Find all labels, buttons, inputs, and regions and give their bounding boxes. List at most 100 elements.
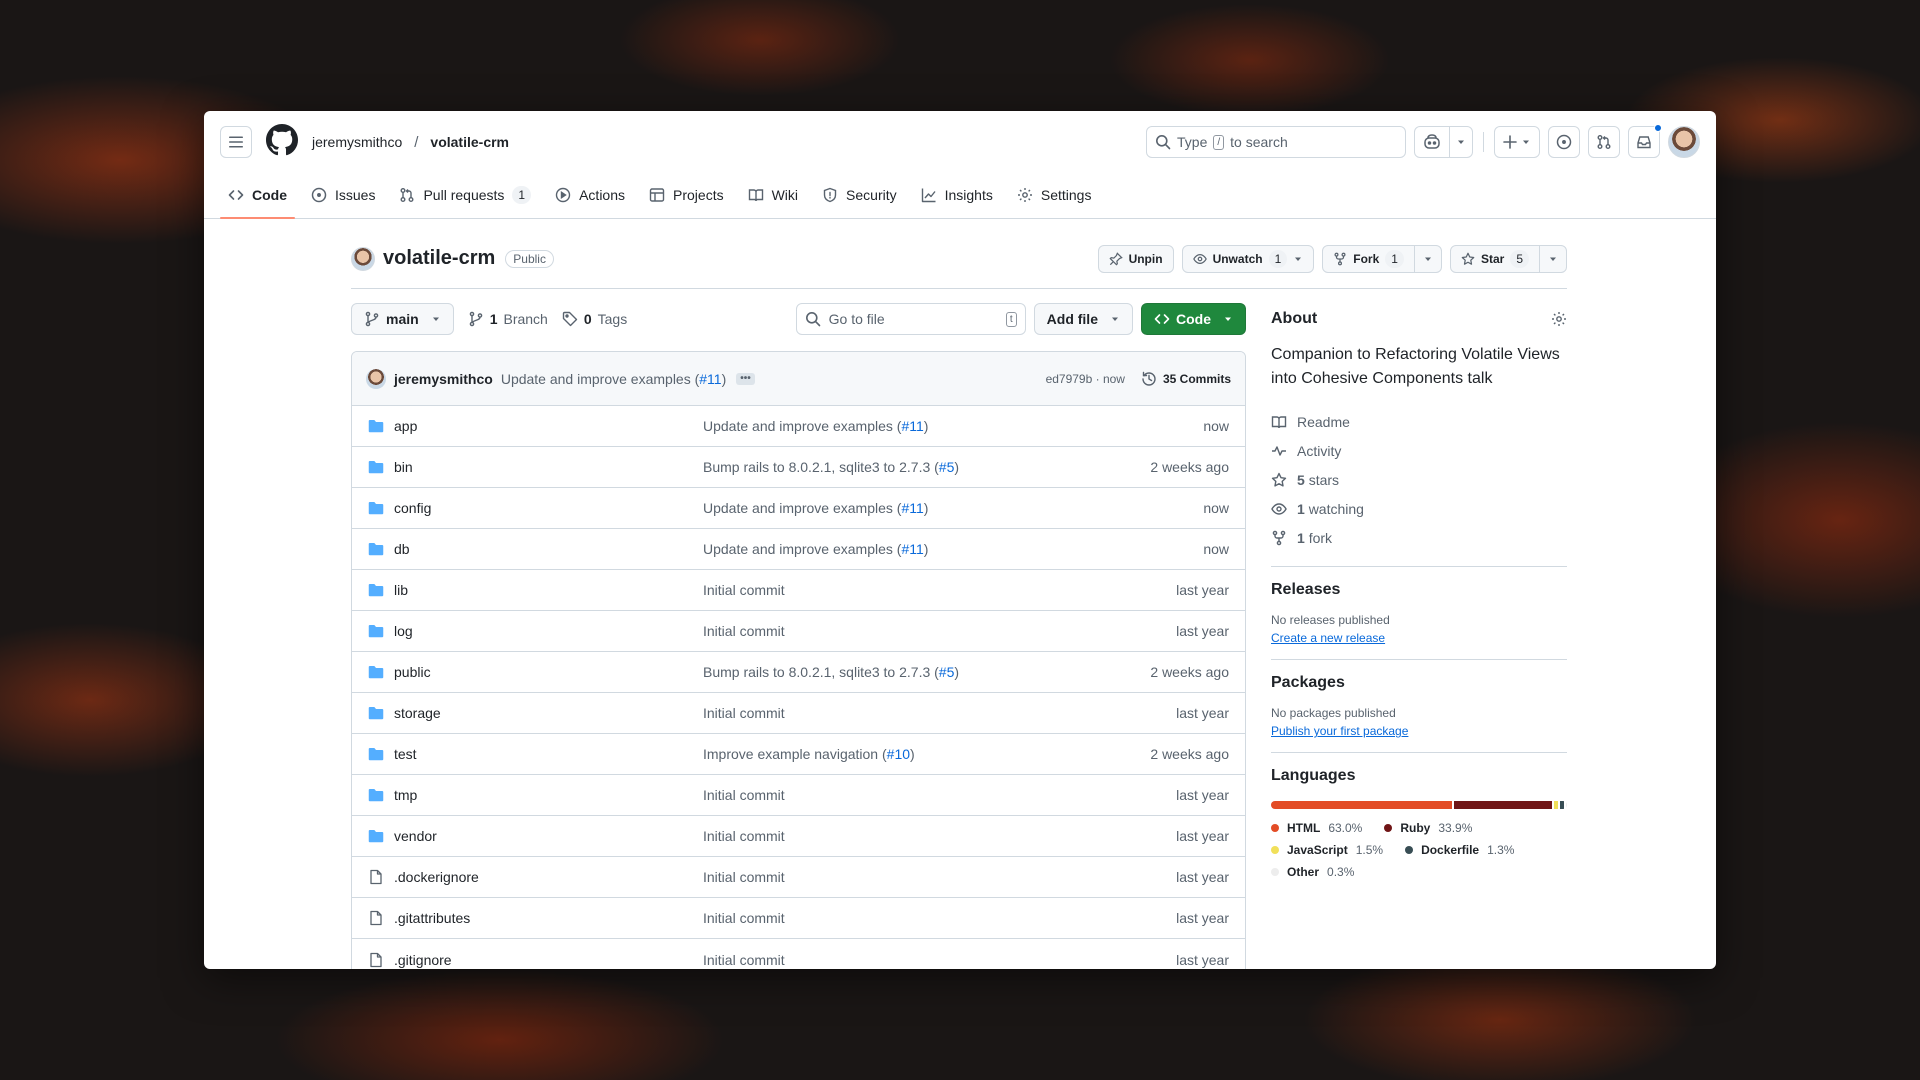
copilot-dropdown[interactable] (1449, 127, 1472, 157)
hamburger-menu-button[interactable] (220, 126, 252, 158)
file-row[interactable]: log Initial commit last year (352, 611, 1245, 652)
create-new-main[interactable] (1495, 127, 1539, 157)
commits-link[interactable]: 35 Commits (1141, 371, 1231, 387)
file-row[interactable]: storage Initial commit last year (352, 693, 1245, 734)
file-row[interactable]: .gitignore Initial commit last year (352, 939, 1245, 969)
repo-title[interactable]: volatile-crm (383, 247, 495, 270)
watching-link[interactable]: 1 watching (1271, 494, 1567, 523)
language-item[interactable]: JavaScript 1.5% (1271, 839, 1383, 861)
go-to-file-input[interactable]: Go to file t (795, 303, 1026, 335)
global-search-input[interactable]: Type / to search (1146, 126, 1406, 158)
file-commit-message[interactable]: Initial commit (703, 828, 1176, 844)
file-row[interactable]: vendor Initial commit last year (352, 816, 1245, 857)
unpin-button[interactable]: Unpin (1097, 244, 1174, 273)
file-row[interactable]: .gitattributes Initial commit last year (352, 898, 1245, 939)
create-release-link[interactable]: Create a new release (1271, 631, 1567, 645)
language-item[interactable]: Other 0.3% (1271, 861, 1354, 883)
commit-author-avatar[interactable] (366, 368, 386, 389)
file-commit-message[interactable]: Improve example navigation (#10) (703, 746, 1150, 762)
breadcrumb-owner[interactable]: jeremysmithco (312, 134, 402, 150)
file-commit-message[interactable]: Initial commit (703, 582, 1176, 598)
inbox-button[interactable] (1628, 124, 1662, 158)
file-commit-pr-link[interactable]: #11 (901, 500, 923, 516)
file-row[interactable]: test Improve example navigation (#10) 2 we… (352, 734, 1245, 775)
file-commit-message[interactable]: Initial commit (703, 910, 1176, 926)
file-row[interactable]: lib Initial commit last year (352, 570, 1245, 611)
file-name[interactable]: tmp (394, 787, 417, 803)
file-name[interactable]: storage (394, 705, 441, 721)
forks-link[interactable]: 1 fork (1271, 523, 1567, 552)
file-name[interactable]: log (394, 623, 413, 639)
branch-selector[interactable]: main (351, 303, 454, 335)
star-button[interactable]: Star 5 (1449, 244, 1567, 273)
file-name[interactable]: .gitattributes (394, 910, 470, 926)
tab-actions[interactable]: Actions (547, 172, 633, 218)
breadcrumb-repo[interactable]: volatile-crm (430, 134, 509, 150)
file-commit-message[interactable]: Initial commit (703, 869, 1176, 885)
file-commit-pr-link[interactable]: #11 (901, 541, 923, 557)
file-commit-message[interactable]: Update and improve examples (#11) (703, 418, 1203, 434)
file-name[interactable]: lib (394, 582, 408, 598)
tab-settings[interactable]: Settings (1009, 172, 1100, 218)
language-item[interactable]: HTML 63.0% (1271, 817, 1362, 839)
add-file-button[interactable]: Add file (1033, 303, 1133, 335)
file-name[interactable]: public (394, 664, 431, 680)
file-commit-message[interactable]: Bump rails to 8.0.2.1, sqlite3 to 2.7.3 … (703, 664, 1150, 680)
file-commit-message[interactable]: Initial commit (703, 952, 1176, 968)
file-commit-pr-link[interactable]: #10 (887, 746, 910, 762)
repo-owner-avatar[interactable] (351, 246, 375, 271)
branches-link[interactable]: 1 Branch (468, 311, 548, 327)
file-name[interactable]: app (394, 418, 417, 434)
create-new-button[interactable] (1494, 126, 1540, 158)
github-logo-icon[interactable] (266, 123, 298, 161)
user-avatar[interactable] (1668, 126, 1700, 158)
language-item[interactable]: Dockerfile 1.3% (1405, 839, 1514, 861)
file-name[interactable]: db (394, 541, 410, 557)
tags-link[interactable]: 0 Tags (562, 311, 627, 327)
file-name[interactable]: vendor (394, 828, 437, 844)
copilot-button[interactable] (1414, 126, 1473, 158)
copilot-main[interactable] (1415, 127, 1449, 157)
publish-package-link[interactable]: Publish your first package (1271, 724, 1567, 738)
commit-message[interactable]: Update and improve examples (#11) (501, 371, 726, 387)
fork-button[interactable]: Fork 1 (1322, 244, 1442, 273)
tab-security[interactable]: Security (814, 172, 905, 218)
activity-link[interactable]: Activity (1271, 436, 1567, 465)
file-commit-message[interactable]: Initial commit (703, 787, 1176, 803)
language-item[interactable]: Ruby 33.9% (1384, 817, 1472, 839)
file-commit-pr-link[interactable]: #5 (939, 664, 955, 680)
star-main[interactable]: Star 5 (1451, 246, 1539, 272)
gear-icon[interactable] (1551, 311, 1567, 327)
commit-pr-link[interactable]: #11 (699, 371, 721, 387)
tab-code[interactable]: Code (220, 172, 295, 219)
file-row[interactable]: db Update and improve examples (#11) now (352, 529, 1245, 570)
file-row[interactable]: app Update and improve examples (#11) now (352, 406, 1245, 447)
stars-link[interactable]: 5 stars (1271, 465, 1567, 494)
file-commit-message[interactable]: Bump rails to 8.0.2.1, sqlite3 to 2.7.3 … (703, 459, 1150, 475)
tab-wiki[interactable]: Wiki (740, 172, 806, 218)
file-row[interactable]: public Bump rails to 8.0.2.1, sqlite3 to … (352, 652, 1245, 693)
commit-expand-button[interactable]: ••• (736, 372, 755, 385)
issues-shortcut-button[interactable] (1548, 126, 1580, 158)
pull-requests-shortcut-button[interactable] (1588, 126, 1620, 158)
file-row[interactable]: bin Bump rails to 8.0.2.1, sqlite3 to 2.7… (352, 447, 1245, 488)
file-name[interactable]: test (394, 746, 417, 762)
file-name[interactable]: config (394, 500, 431, 516)
tab-projects[interactable]: Projects (641, 172, 732, 218)
file-name[interactable]: .dockerignore (394, 869, 479, 885)
readme-link[interactable]: Readme (1271, 407, 1567, 436)
tab-issues[interactable]: Issues (303, 172, 383, 218)
file-commit-pr-link[interactable]: #5 (939, 459, 955, 475)
star-dropdown[interactable] (1539, 245, 1566, 272)
fork-main[interactable]: Fork 1 (1323, 246, 1414, 272)
tab-insights[interactable]: Insights (913, 172, 1001, 218)
file-name[interactable]: .gitignore (394, 952, 452, 968)
file-row[interactable]: .dockerignore Initial commit last year (352, 857, 1245, 898)
file-row[interactable]: config Update and improve examples (#11) n… (352, 488, 1245, 529)
fork-dropdown[interactable] (1413, 245, 1441, 272)
file-name[interactable]: bin (394, 459, 413, 475)
file-commit-message[interactable]: Update and improve examples (#11) (703, 541, 1203, 557)
tab-pull-requests[interactable]: Pull requests 1 (391, 172, 539, 218)
file-commit-message[interactable]: Initial commit (703, 623, 1176, 639)
file-row[interactable]: tmp Initial commit last year (352, 775, 1245, 816)
